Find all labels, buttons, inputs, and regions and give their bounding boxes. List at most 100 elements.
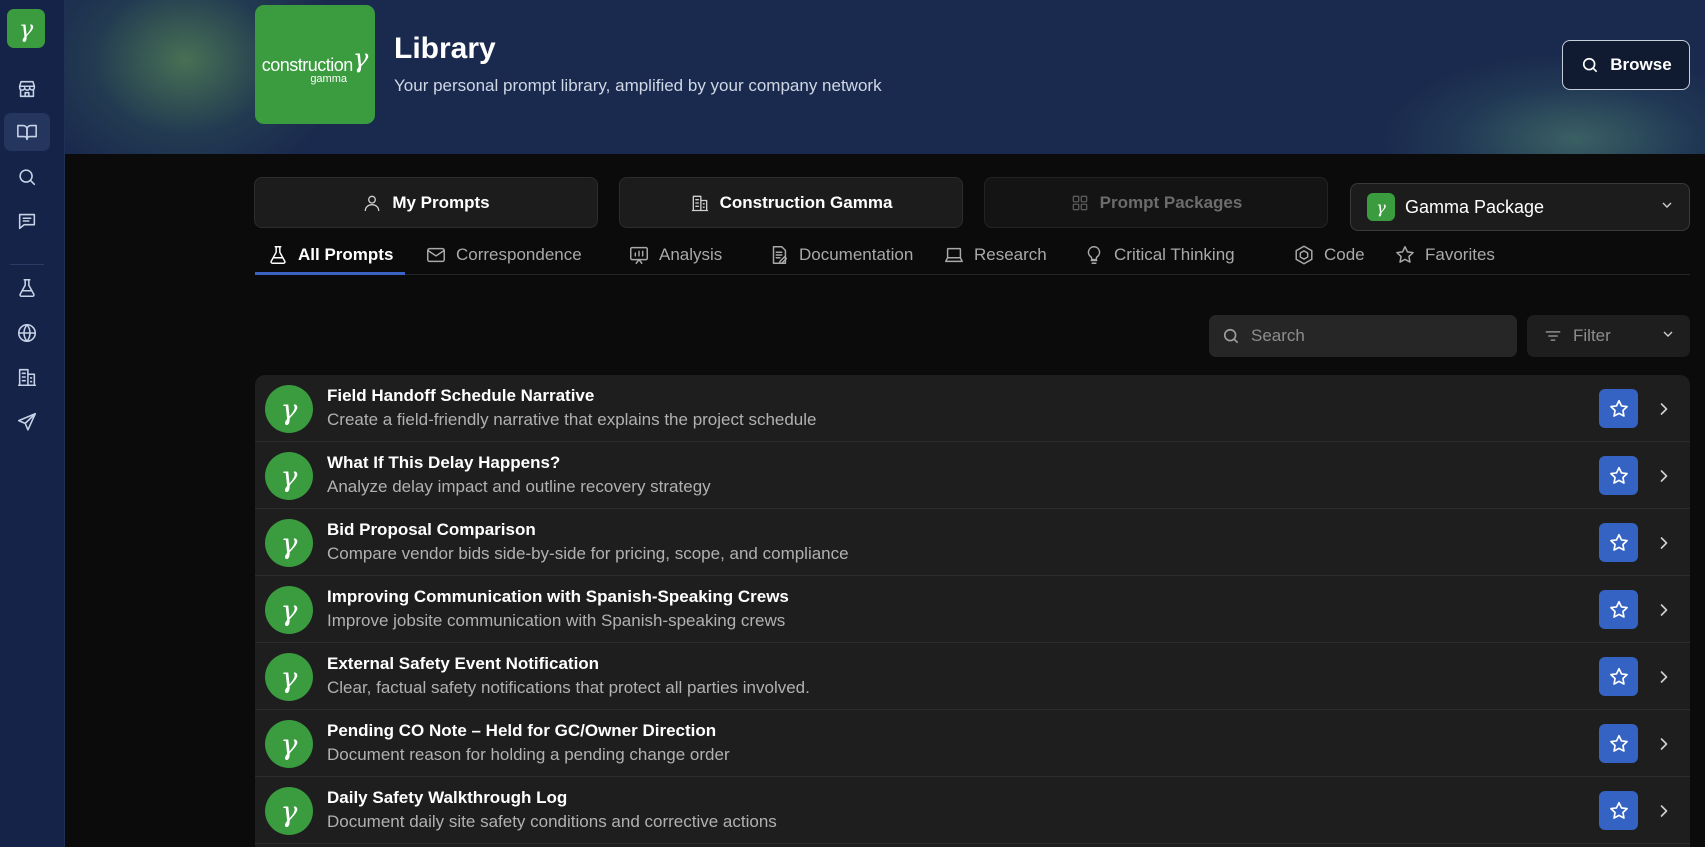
page-header: construction γ gamma Library Your person… bbox=[65, 0, 1705, 154]
open-prompt-button[interactable] bbox=[1654, 600, 1674, 620]
tab-correspondence[interactable]: Correspondence bbox=[425, 234, 582, 275]
package-select[interactable]: γ Gamma Package bbox=[1350, 183, 1690, 231]
tab-label: Correspondence bbox=[456, 244, 582, 264]
favorite-button[interactable] bbox=[1599, 590, 1638, 629]
lightbulb-icon bbox=[1087, 245, 1101, 264]
prompt-description: Create a field-friendly narrative that e… bbox=[327, 410, 817, 429]
prompt-description: Clear, factual safety notifications that… bbox=[327, 678, 810, 697]
prompt-title: Pending CO Note – Held for GC/Owner Dire… bbox=[327, 721, 717, 740]
flask-icon bbox=[19, 278, 35, 298]
favorite-button[interactable] bbox=[1599, 523, 1638, 562]
chevron-right-icon bbox=[1660, 403, 1668, 415]
list-item[interactable]: γ What If This Delay Happens? Analyze de… bbox=[255, 442, 1690, 509]
mail-icon bbox=[427, 247, 445, 262]
chevron-down-icon bbox=[1659, 197, 1675, 218]
company-prompts-button[interactable]: Construction Gamma bbox=[619, 177, 963, 228]
sidebar-item-chat[interactable] bbox=[4, 202, 50, 240]
document-icon bbox=[772, 245, 788, 264]
filter-dropdown[interactable]: Filter bbox=[1527, 315, 1690, 357]
star-icon bbox=[1609, 801, 1628, 819]
browse-button[interactable]: Browse bbox=[1562, 40, 1690, 90]
list-item[interactable]: γ External Safety Event Notification Cle… bbox=[255, 643, 1690, 710]
tab-analysis[interactable]: Analysis bbox=[628, 234, 722, 275]
prompt-avatar: γ bbox=[265, 787, 313, 835]
search-icon bbox=[19, 169, 36, 186]
my-prompts-label: My Prompts bbox=[392, 192, 490, 212]
tab-critical-thinking[interactable]: Critical Thinking bbox=[1083, 234, 1235, 275]
chevron-right-icon bbox=[1660, 537, 1668, 549]
filter-label: Filter bbox=[1573, 326, 1611, 345]
page-title: Library bbox=[394, 32, 496, 65]
tab-label: All Prompts bbox=[298, 244, 394, 264]
tab-label: Research bbox=[974, 244, 1047, 264]
prompt-list: γ Field Handoff Schedule Narrative Creat… bbox=[255, 375, 1690, 847]
favorite-button[interactable] bbox=[1599, 724, 1638, 763]
tab-documentation[interactable]: Documentation bbox=[768, 234, 913, 275]
filter-icon bbox=[1545, 331, 1561, 341]
prompt-avatar: γ bbox=[265, 586, 313, 634]
avatar-glyph: γ bbox=[280, 459, 298, 493]
prompt-title: What If This Delay Happens? bbox=[327, 453, 561, 472]
search-icon bbox=[1583, 57, 1598, 73]
prompt-avatar: γ bbox=[265, 452, 313, 500]
building-icon bbox=[691, 195, 708, 211]
search-input[interactable]: Search bbox=[1209, 315, 1517, 357]
favorite-button[interactable] bbox=[1599, 389, 1638, 428]
sidebar-item-send[interactable] bbox=[4, 403, 50, 441]
company-prompts-label: Construction Gamma bbox=[719, 192, 893, 212]
list-item[interactable]: γ Pending CO Note – Held for GC/Owner Di… bbox=[255, 710, 1690, 777]
laptop-icon bbox=[945, 247, 963, 262]
company-logo: construction γ gamma bbox=[255, 5, 375, 124]
grid-icon bbox=[1072, 195, 1087, 210]
avatar-glyph: γ bbox=[280, 660, 298, 694]
prompt-title: Daily Safety Walkthrough Log bbox=[327, 788, 568, 807]
sidebar-item-lab[interactable] bbox=[4, 269, 50, 307]
chart-icon bbox=[630, 246, 648, 264]
sidebar-item-marketplace[interactable] bbox=[4, 70, 50, 108]
chevron-right-icon bbox=[1660, 604, 1668, 616]
list-item[interactable]: γ Improving Communication with Spanish-S… bbox=[255, 576, 1690, 643]
sidebar-item-library[interactable] bbox=[4, 113, 50, 151]
open-prompt-button[interactable] bbox=[1654, 667, 1674, 687]
star-icon bbox=[1609, 667, 1628, 685]
open-prompt-button[interactable] bbox=[1654, 734, 1674, 754]
avatar-glyph: γ bbox=[280, 526, 298, 560]
tab-code[interactable]: Code bbox=[1293, 234, 1365, 275]
list-item[interactable]: γ Bid Proposal Comparison Compare vendor… bbox=[255, 509, 1690, 576]
tab-research[interactable]: Research bbox=[943, 234, 1047, 275]
open-prompt-button[interactable] bbox=[1654, 466, 1674, 486]
list-item[interactable]: γ Daily Safety Walkthrough Log Document … bbox=[255, 777, 1690, 844]
sidebar-item-network[interactable] bbox=[4, 314, 50, 352]
open-prompt-button[interactable] bbox=[1654, 533, 1674, 553]
prompt-avatar: γ bbox=[265, 653, 313, 701]
book-open-icon bbox=[17, 124, 37, 141]
prompt-title: External Safety Event Notification bbox=[327, 654, 600, 673]
avatar-glyph: γ bbox=[280, 727, 298, 761]
globe-icon bbox=[17, 323, 37, 343]
chevron-right-icon bbox=[1660, 805, 1668, 817]
category-tabs: All Prompts Correspondence Analysis Docu… bbox=[255, 234, 1690, 275]
list-item[interactable]: γ Field Handoff Schedule Narrative Creat… bbox=[255, 375, 1690, 442]
favorite-button[interactable] bbox=[1599, 791, 1638, 830]
prompt-title: Improving Communication with Spanish-Spe… bbox=[327, 587, 789, 606]
my-prompts-button[interactable]: My Prompts bbox=[254, 177, 598, 228]
sidebar-item-company[interactable] bbox=[4, 358, 50, 396]
avatar-glyph: γ bbox=[280, 794, 298, 828]
prompt-description: Document daily site safety conditions an… bbox=[327, 812, 777, 831]
sidebar-item-search[interactable] bbox=[4, 158, 50, 196]
package-icon: γ bbox=[1367, 193, 1395, 221]
tab-all-prompts[interactable]: All Prompts bbox=[267, 234, 393, 275]
prompt-avatar: γ bbox=[265, 519, 313, 567]
open-prompt-button[interactable] bbox=[1654, 399, 1674, 419]
company-logo-word: construction bbox=[261, 55, 354, 75]
open-prompt-button[interactable] bbox=[1654, 801, 1674, 821]
tab-favorites[interactable]: Favorites bbox=[1394, 234, 1495, 275]
app-logo[interactable]: γ bbox=[7, 9, 45, 48]
send-icon bbox=[17, 412, 37, 431]
company-logo-sub: gamma bbox=[310, 73, 347, 85]
prompt-avatar: γ bbox=[265, 385, 313, 433]
prompt-packages-button[interactable]: Prompt Packages bbox=[984, 177, 1328, 228]
chevron-right-icon bbox=[1660, 470, 1668, 482]
favorite-button[interactable] bbox=[1599, 657, 1638, 696]
favorite-button[interactable] bbox=[1599, 456, 1638, 495]
